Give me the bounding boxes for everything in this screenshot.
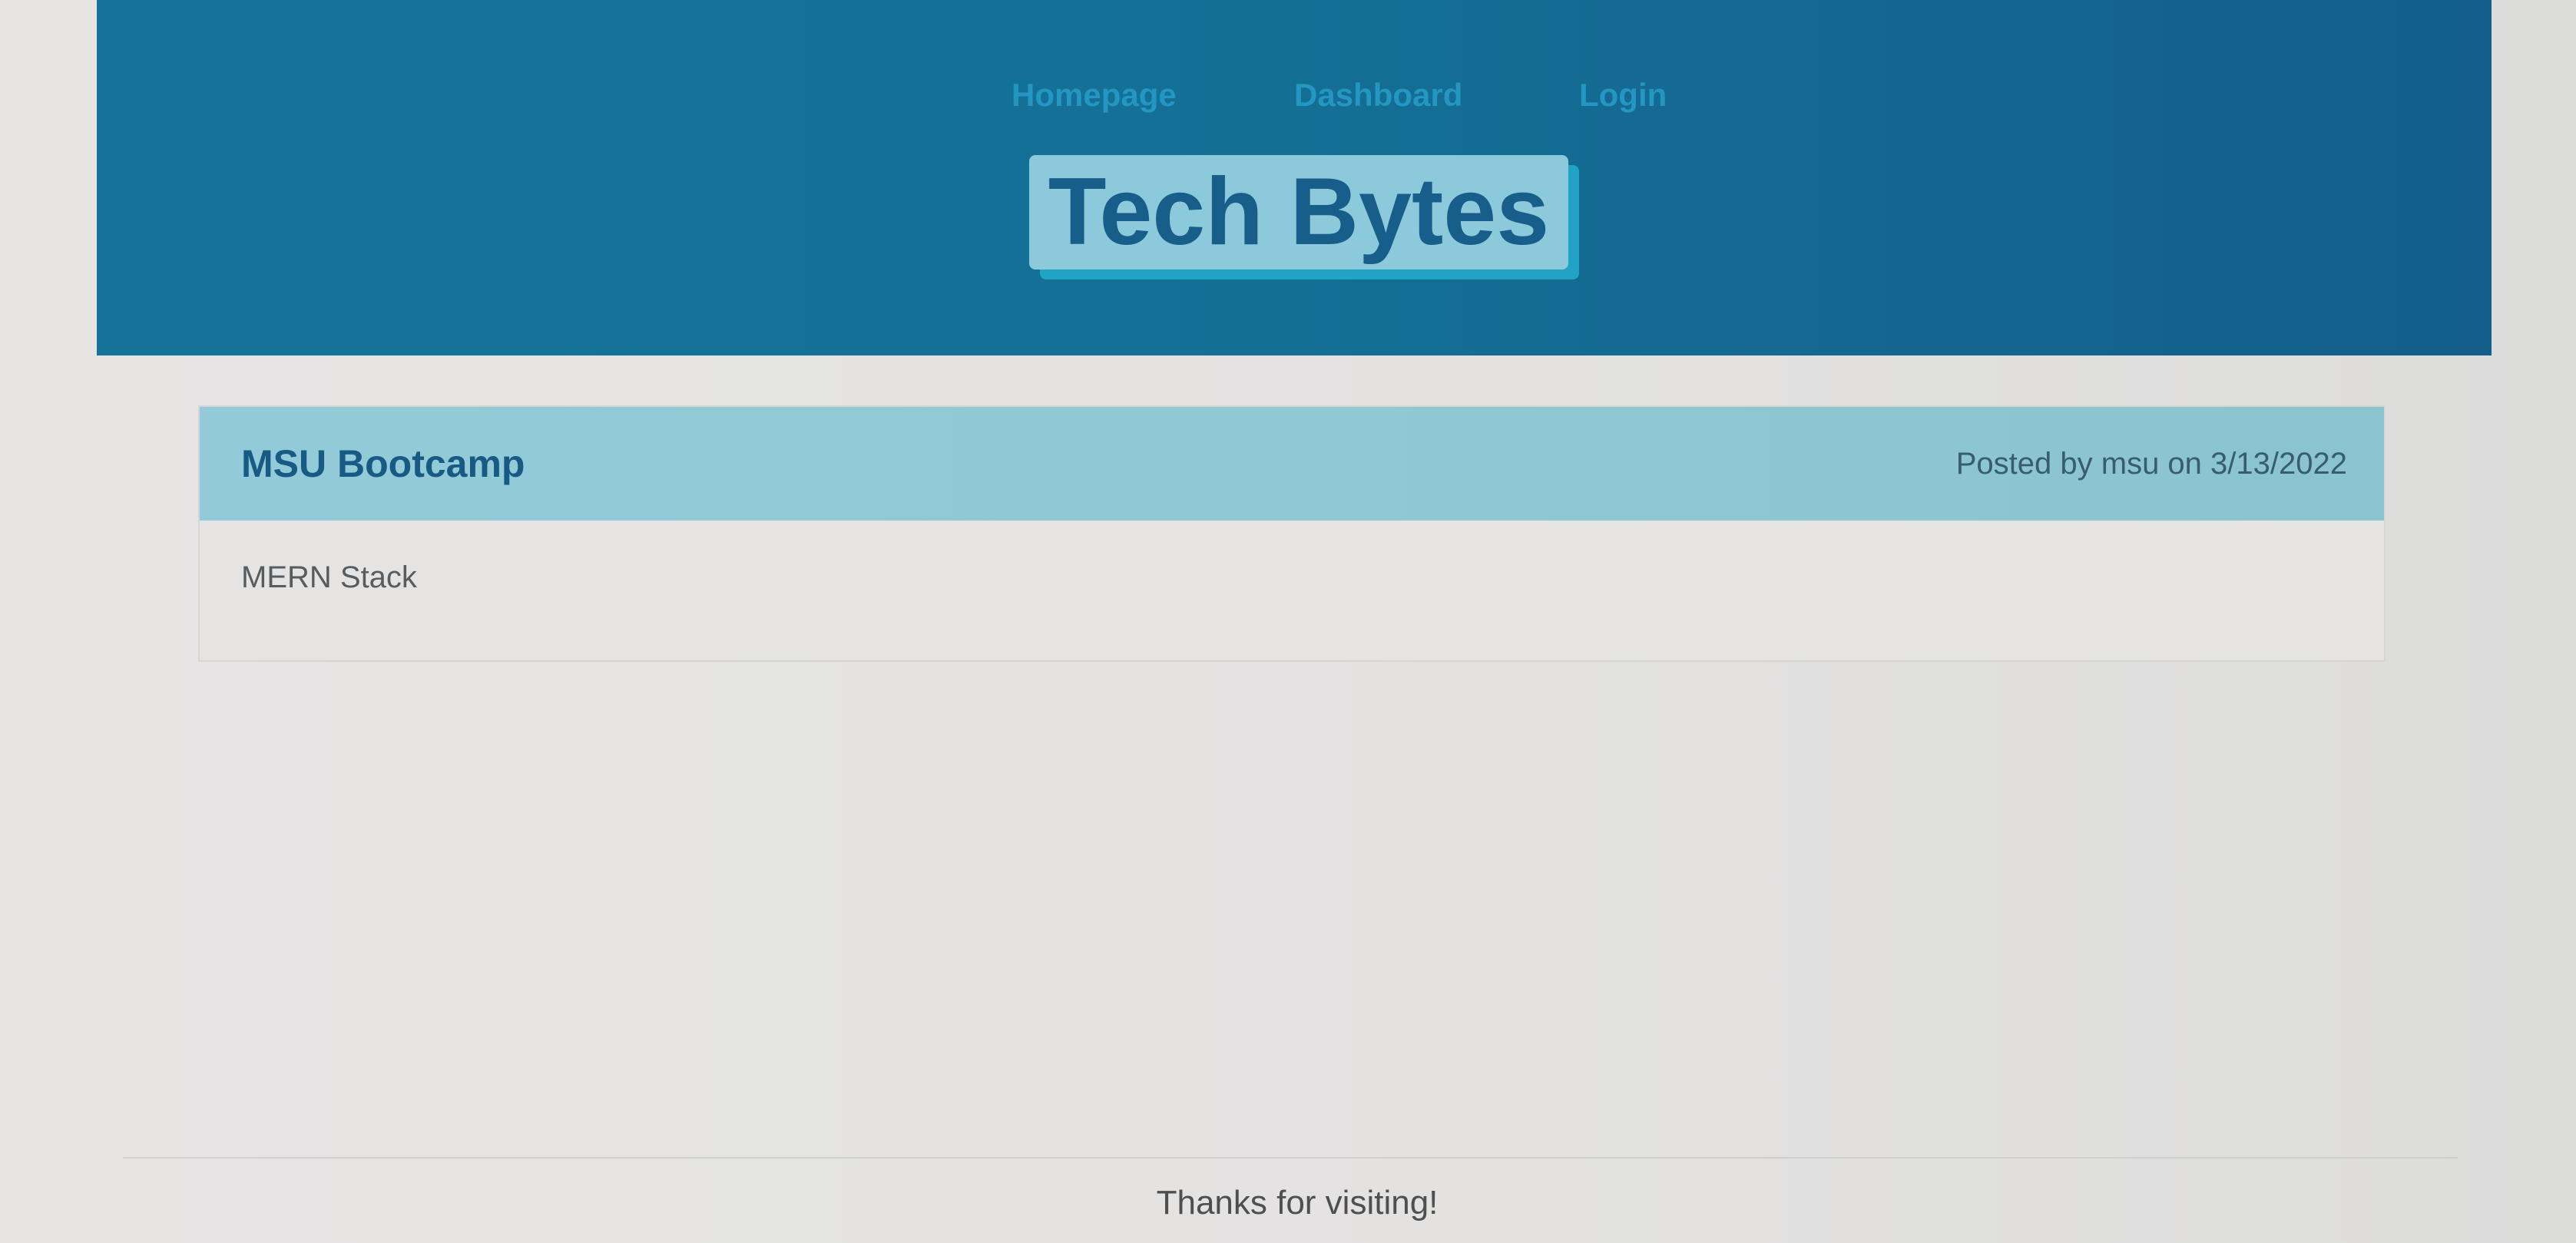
site-footer: Thanks for visiting! — [0, 1184, 2576, 1222]
post-title[interactable]: MSU Bootcamp — [241, 407, 525, 521]
footer-divider — [123, 1157, 2458, 1159]
nav-link-homepage[interactable]: Homepage — [1012, 77, 1177, 114]
footer-text: Thanks for visiting! — [1156, 1184, 1439, 1222]
site-title: Tech Bytes — [1029, 155, 1568, 269]
post-body: MERN Stack — [241, 560, 417, 594]
nav-link-dashboard[interactable]: Dashboard — [1294, 77, 1462, 114]
main-nav: Homepage Dashboard Login — [97, 77, 2492, 123]
post-meta: Posted by msu on 3/13/2022 — [1955, 447, 2347, 481]
post-card-header: MSU Bootcamp Posted by msu on 3/13/2022 — [200, 407, 2384, 521]
site-header: Homepage Dashboard Login Tech Bytes — [97, 0, 2492, 355]
nav-link-login[interactable]: Login — [1579, 77, 1667, 114]
post-card[interactable]: MSU Bootcamp Posted by msu on 3/13/2022 … — [198, 405, 2386, 662]
site-brand: Tech Bytes — [1029, 155, 1579, 279]
